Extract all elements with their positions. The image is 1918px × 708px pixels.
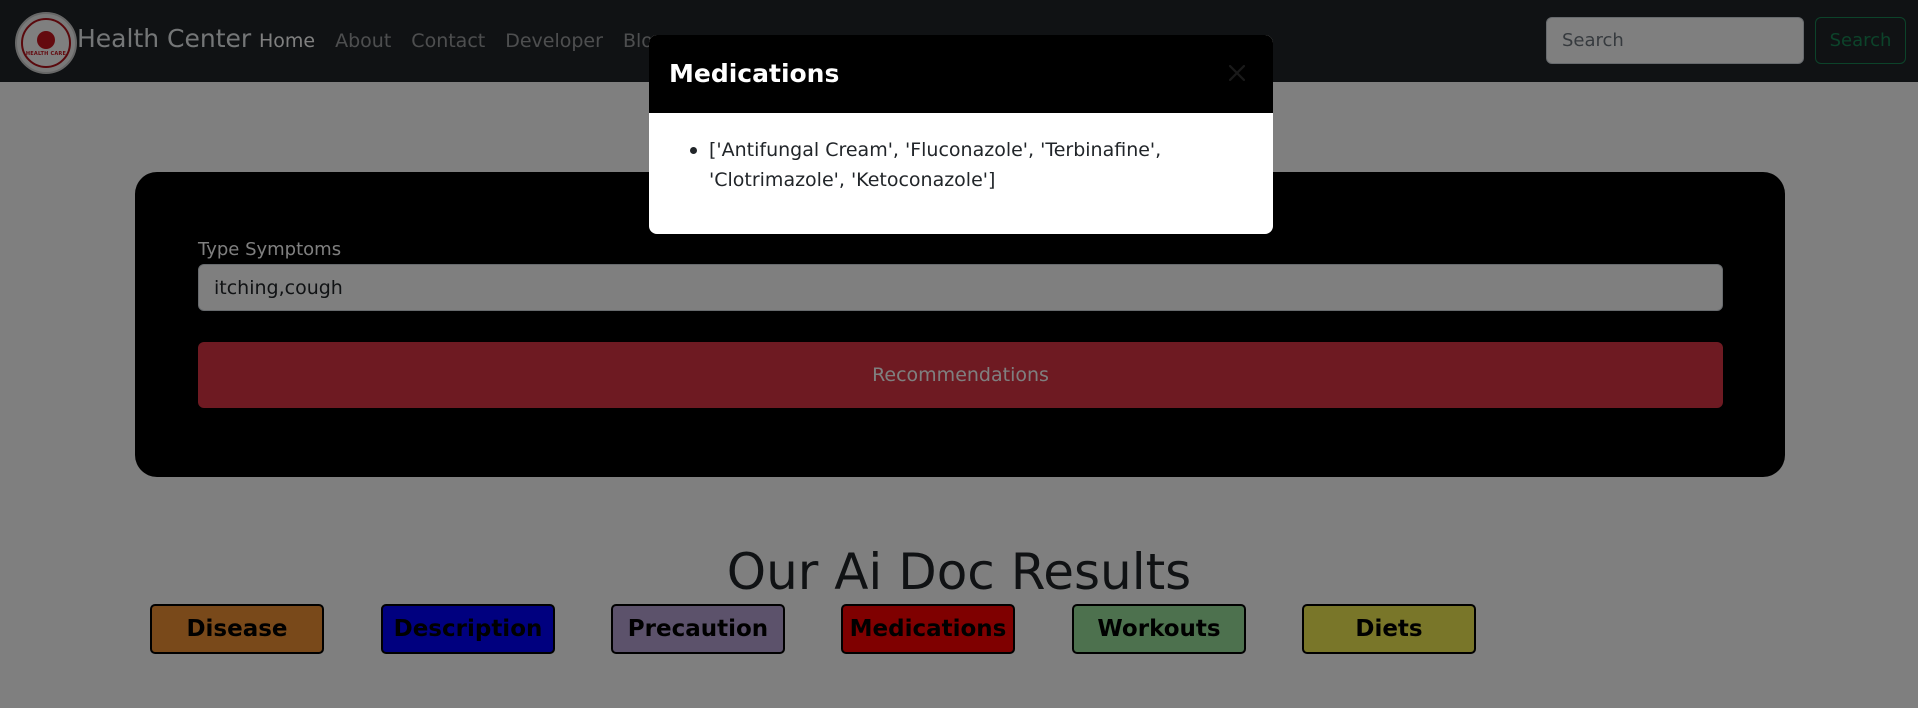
modal-title: Medications xyxy=(669,59,840,88)
modal-header: Medications xyxy=(649,35,1273,113)
close-icon[interactable] xyxy=(1223,59,1251,87)
medications-list: ['Antifungal Cream', 'Fluconazole', 'Ter… xyxy=(690,135,1229,195)
bullet-icon xyxy=(690,147,697,154)
medications-text: ['Antifungal Cream', 'Fluconazole', 'Ter… xyxy=(709,139,1162,191)
list-item: ['Antifungal Cream', 'Fluconazole', 'Ter… xyxy=(690,135,1229,195)
medications-modal: Medications ['Antifungal Cream', 'Flucon… xyxy=(649,35,1273,234)
